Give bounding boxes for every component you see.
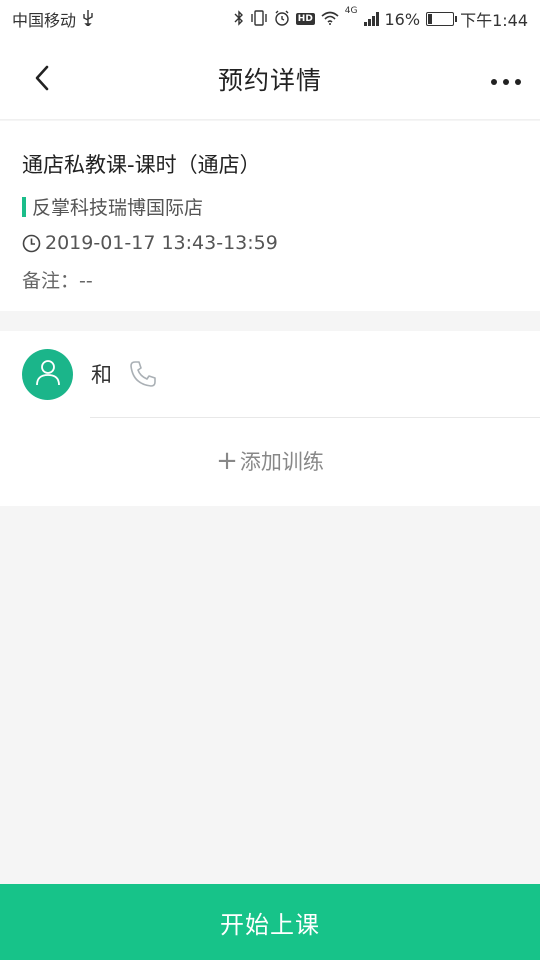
member-card: 和 + 添加训练 bbox=[0, 331, 540, 506]
page-title: 预约详情 bbox=[217, 65, 322, 95]
bluetooth-icon bbox=[234, 9, 244, 29]
divider bbox=[90, 417, 540, 418]
carrier-label: 中国移动 bbox=[12, 11, 77, 30]
alarm-icon bbox=[274, 10, 290, 29]
add-training-label: 添加训练 bbox=[239, 450, 324, 474]
time-row: 2019-01-17 13:43-13:59 bbox=[22, 232, 518, 254]
course-title: 通店私教课-课时（通店） bbox=[22, 153, 261, 177]
chevron-left-icon bbox=[34, 65, 50, 95]
store-row: 反掌科技瑞博国际店 bbox=[22, 193, 518, 220]
network-type-label: 4G bbox=[344, 6, 358, 16]
store-accent-bar bbox=[22, 196, 26, 217]
vibrate-icon bbox=[250, 9, 268, 29]
wifi-icon bbox=[321, 11, 339, 28]
booking-info-card: 通店私教课-课时（通店） 反掌科技瑞博国际店 2019-01-17 13:43-… bbox=[0, 121, 540, 311]
back-button[interactable] bbox=[22, 60, 62, 100]
user-icon bbox=[35, 358, 61, 390]
status-bar: 中国移动 HD 4G 16% 下午1:44 bbox=[0, 0, 540, 38]
add-training-button[interactable]: + 添加训练 bbox=[0, 417, 540, 505]
member-row[interactable]: 和 bbox=[0, 331, 540, 417]
battery-icon bbox=[426, 12, 458, 26]
clock-time: 下午1:44 bbox=[460, 11, 528, 30]
more-button[interactable] bbox=[486, 60, 526, 100]
usb-icon bbox=[82, 9, 94, 29]
plus-icon: + bbox=[216, 446, 238, 476]
store-name: 反掌科技瑞博国际店 bbox=[32, 197, 204, 219]
status-right: HD 4G 16% 下午1:44 bbox=[234, 7, 528, 31]
remark: 备注：-- bbox=[22, 270, 93, 292]
booking-time: 2019-01-17 13:43-13:59 bbox=[45, 232, 278, 254]
member-name: 和 bbox=[91, 363, 112, 387]
status-left: 中国移动 bbox=[12, 7, 94, 31]
signal-icon bbox=[363, 12, 379, 26]
clock-icon bbox=[22, 234, 41, 253]
hd-icon: HD bbox=[295, 13, 315, 25]
nav-bar: 预约详情 bbox=[0, 38, 540, 120]
start-class-button[interactable]: 开始上课 bbox=[0, 884, 540, 960]
phone-icon[interactable] bbox=[128, 359, 158, 389]
avatar bbox=[22, 348, 73, 400]
more-dots-icon bbox=[490, 71, 522, 90]
battery-percent: 16% bbox=[384, 9, 421, 29]
